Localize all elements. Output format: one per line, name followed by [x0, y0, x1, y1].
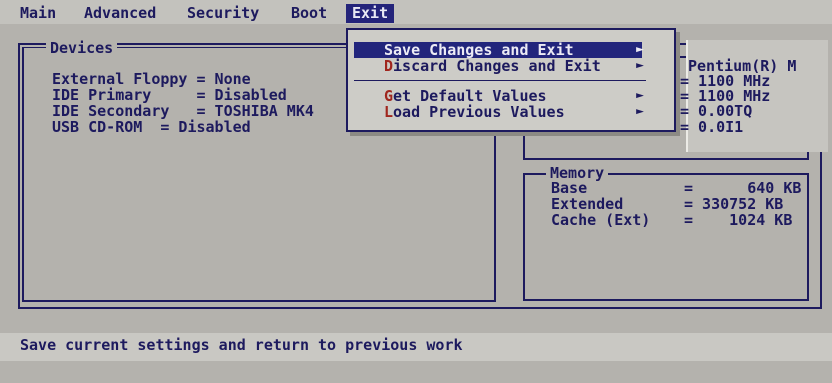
- exit-item-discard-changes[interactable]: Discard Changes and Exit ►: [354, 57, 644, 75]
- exit-item-label: oad Previous Values: [393, 103, 565, 121]
- device-line-ide-secondary: IDE Secondary = TOSHIBA MK4: [52, 102, 314, 120]
- exit-item-load-previous[interactable]: Load Previous Values ►: [354, 103, 644, 121]
- hotkey-letter: L: [384, 103, 394, 121]
- menu-bar: Main Advanced Security Boot Exit: [0, 0, 832, 24]
- device-line-external-floppy: External Floppy = None: [52, 70, 251, 88]
- memory-base-label: Base: [551, 179, 588, 197]
- exit-item-label: iscard Changes and Exit: [393, 57, 601, 75]
- menu-exit[interactable]: Exit: [346, 4, 395, 23]
- menu-main[interactable]: Main: [14, 4, 62, 23]
- device-line-ide-primary: IDE Primary = Disabled: [52, 86, 287, 104]
- menu-advanced[interactable]: Advanced: [78, 4, 162, 23]
- menu-security[interactable]: Security: [181, 4, 265, 23]
- status-bar: Save current settings and return to prev…: [0, 333, 832, 361]
- menu-separator: [354, 80, 646, 81]
- hotkey-letter: D: [384, 57, 394, 75]
- submenu-arrow-icon: ►: [636, 104, 644, 119]
- processor-value-4: = 0.0I1: [680, 118, 744, 136]
- submenu-arrow-icon: ►: [636, 88, 644, 103]
- status-text: Save current settings and return to prev…: [20, 336, 463, 354]
- processor-value-3: = 0.00TQ: [680, 102, 753, 120]
- devices-title: Devices: [46, 41, 118, 56]
- memory-extended-label: Extended: [551, 195, 624, 213]
- memory-cache-label: Cache (Ext): [551, 211, 651, 229]
- exit-item-get-defaults[interactable]: Get Default Values ►: [354, 88, 644, 104]
- exit-menu: Save Changes and Exit ► Discard Changes …: [346, 28, 676, 132]
- submenu-arrow-icon: ►: [636, 42, 644, 57]
- submenu-arrow-icon: ►: [636, 58, 644, 73]
- memory-base-value: = 640 KB: [684, 179, 802, 197]
- memory-cache-value: = 1024 KB: [684, 211, 793, 229]
- memory-extended-value: = 330752 KB: [684, 195, 784, 213]
- device-line-usb-cdrom: USB CD-ROM = Disabled: [52, 118, 251, 136]
- exit-item-save-changes[interactable]: Save Changes and Exit ►: [354, 42, 644, 58]
- menu-boot[interactable]: Boot: [285, 4, 333, 23]
